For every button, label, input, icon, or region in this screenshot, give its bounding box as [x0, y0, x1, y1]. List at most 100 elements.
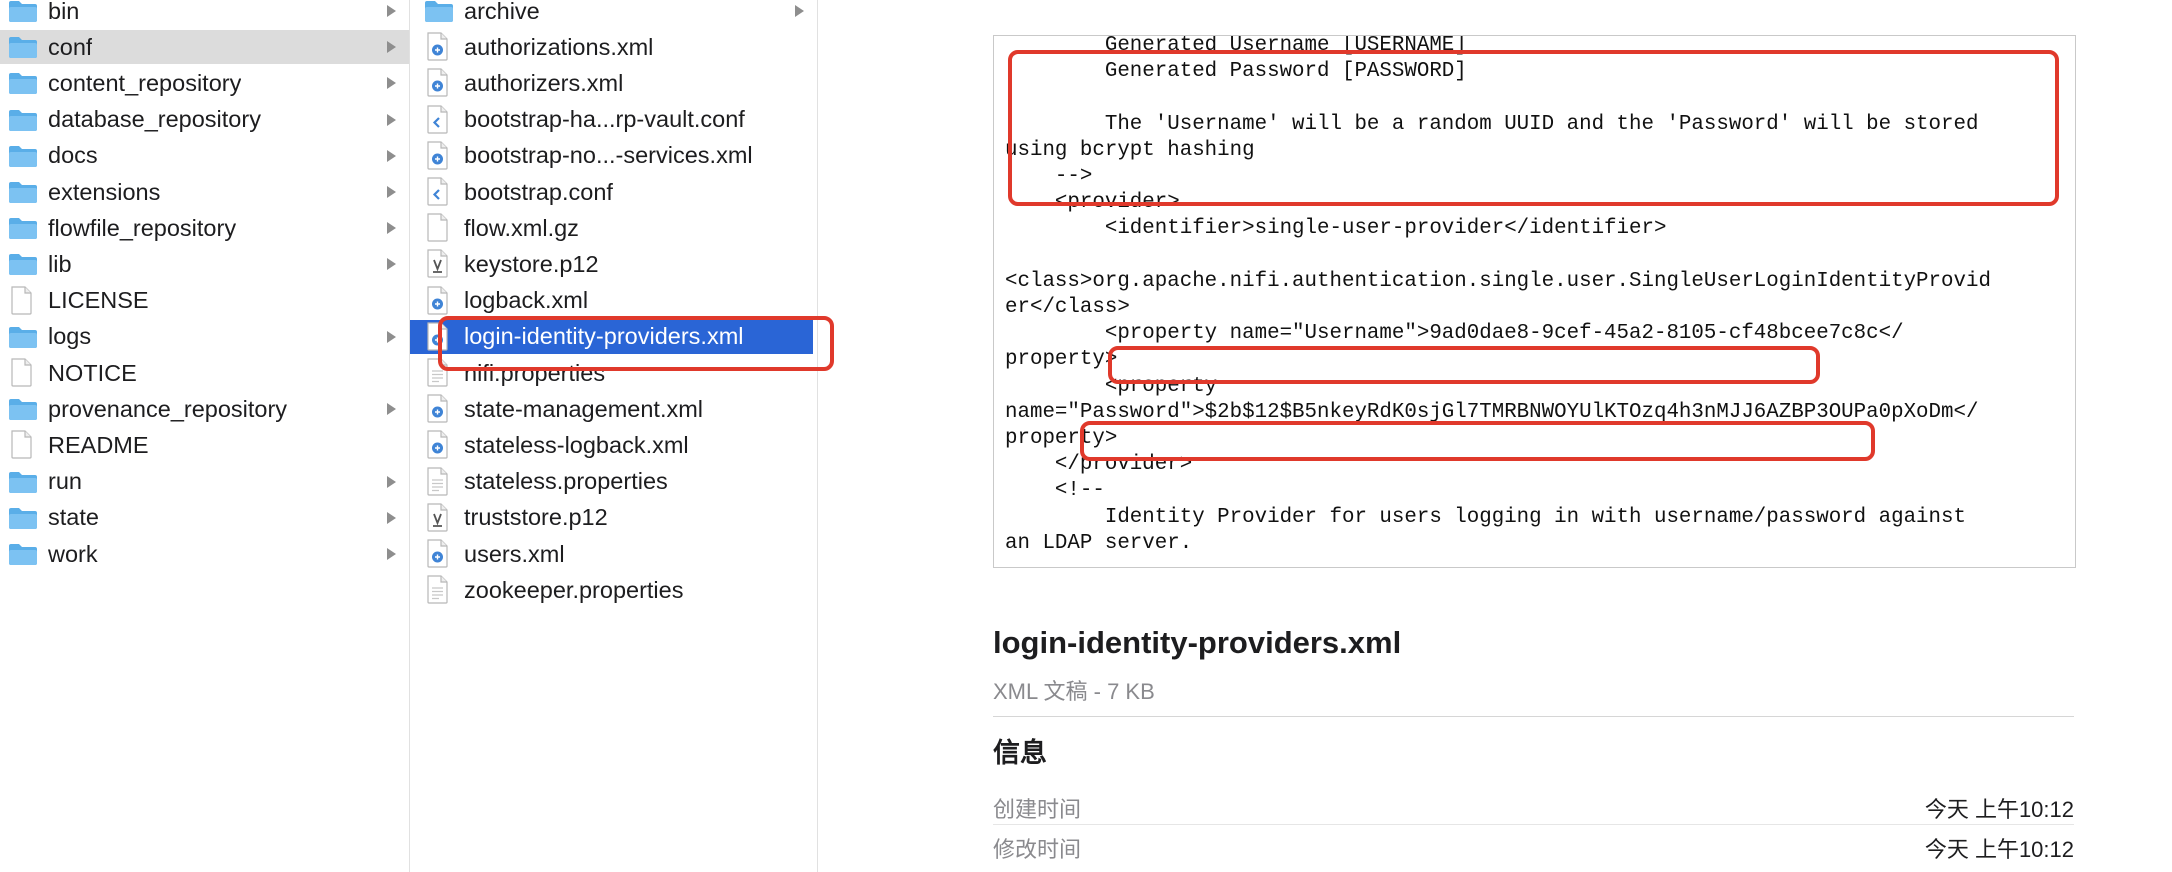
folder-icon: [8, 324, 40, 350]
folder-icon: [8, 0, 40, 24]
highlight-username: [1108, 346, 1820, 384]
highlight-selected-file: [438, 316, 834, 371]
folder-icon: [8, 505, 40, 531]
file-row-label: bootstrap.conf: [464, 178, 613, 205]
xml-file-icon: [424, 539, 456, 568]
folder-icon: [8, 34, 40, 60]
certificate-file-icon: [424, 249, 456, 278]
chevron-right-icon: [385, 392, 397, 426]
chevron-right-icon: [385, 103, 397, 137]
file-row-label: logback.xml: [464, 287, 589, 314]
folder-row-conf[interactable]: conf: [0, 30, 409, 65]
folder-row-label: LICENSE: [48, 287, 149, 314]
xml-file-icon: [424, 285, 456, 315]
folder-icon: [8, 469, 40, 495]
file-row-keystore-p12[interactable]: keystore.p12: [410, 247, 817, 281]
chevron-right-icon: [385, 175, 397, 209]
folder-row-bin[interactable]: bin: [0, 0, 409, 28]
chevron-right-icon: [385, 537, 397, 571]
folder-row-readme[interactable]: README: [0, 428, 409, 462]
file-row-archive[interactable]: archive: [410, 0, 817, 28]
preview-file-kind: XML 文稿 - 7 KB: [993, 679, 1155, 704]
folder-row-label: state: [48, 504, 99, 531]
file-row-truststore-p12[interactable]: truststore.p12: [410, 501, 817, 535]
folder-row-label: conf: [48, 33, 93, 60]
file-row-authorizations-xml[interactable]: authorizations.xml: [410, 30, 817, 64]
created-value: 今天 上午10:12: [1924, 797, 2074, 822]
folder-icon: [8, 396, 40, 422]
file-row-authorizers-xml[interactable]: authorizers.xml: [410, 66, 817, 100]
file-row-users-xml[interactable]: users.xml: [410, 537, 817, 571]
file-column: archive authorizations.xml authorizers.xml…: [410, 0, 818, 872]
folder-row-content-repository[interactable]: content_repository: [0, 66, 409, 100]
folder-row-label: content_repository: [48, 69, 242, 96]
file-row-label: bootstrap-ha...rp-vault.conf: [464, 106, 745, 133]
xml-file-icon: [424, 430, 456, 459]
folder-row-label: run: [48, 468, 82, 495]
certificate-file-icon: [424, 503, 456, 532]
folder-row-run[interactable]: run: [0, 465, 409, 499]
folder-icon: [8, 179, 40, 205]
folder-row-label: docs: [48, 142, 98, 169]
chevron-right-icon: [385, 320, 397, 354]
preview-file-name: login-identity-providers.xml: [993, 625, 1402, 660]
folder-icon: [8, 541, 40, 567]
file-row-label: keystore.p12: [464, 250, 599, 277]
file-row-label: bootstrap-no...-services.xml: [464, 142, 753, 169]
file-row-label: stateless.properties: [464, 468, 668, 495]
folder-row-label: extensions: [48, 178, 161, 205]
folder-row-label: flowfile_repository: [48, 214, 237, 241]
folder-row-database-repository[interactable]: database_repository: [0, 103, 409, 137]
folder-icon: [8, 70, 40, 96]
chevron-right-icon: [793, 0, 805, 28]
text-file-icon: [424, 575, 456, 604]
file-row-stateless-properties[interactable]: stateless.properties: [410, 465, 817, 499]
file-row-bootstrap-conf[interactable]: bootstrap.conf: [410, 175, 817, 209]
folder-row-label: lib: [48, 250, 72, 277]
folder-row-label: provenance_repository: [48, 395, 288, 422]
file-row-bootstrap-no-services-xml[interactable]: bootstrap-no...-services.xml: [410, 139, 817, 173]
folder-icon: [8, 143, 40, 169]
folder-row-license[interactable]: LICENSE: [0, 284, 409, 318]
folder-row-lib[interactable]: lib: [0, 247, 409, 281]
folder-row-docs[interactable]: docs: [0, 139, 409, 173]
file-row-label: state-management.xml: [464, 395, 704, 422]
file-row-label: users.xml: [464, 540, 565, 567]
folder-row-state[interactable]: state: [0, 501, 409, 535]
chevron-right-icon: [385, 465, 397, 499]
chevron-right-icon: [385, 0, 397, 28]
file-row-label: truststore.p12: [464, 504, 608, 531]
folder-row-extensions[interactable]: extensions: [0, 175, 409, 209]
modified-label: 修改时间: [993, 837, 1082, 862]
folder-row-label: NOTICE: [48, 359, 137, 386]
chevron-right-icon: [385, 139, 397, 173]
highlight-generated-credentials: [1008, 50, 2059, 206]
xml-file-icon: [424, 32, 456, 61]
modified-value: 今天 上午10:12: [1924, 837, 2074, 862]
divider: [993, 716, 2074, 717]
chevron-right-icon: [385, 501, 397, 535]
code-file-icon: [424, 177, 456, 206]
file-row-flow-xml-gz[interactable]: flow.xml.gz: [410, 211, 817, 245]
file-row-stateless-logback-xml[interactable]: stateless-logback.xml: [410, 428, 817, 462]
chevron-right-icon: [385, 66, 397, 100]
folder-row-label: logs: [48, 323, 92, 350]
file-row-bootstrap-ha-rp-vault-conf[interactable]: bootstrap-ha...rp-vault.conf: [410, 103, 817, 137]
folder-row-logs[interactable]: logs: [0, 320, 409, 354]
folder-row-work[interactable]: work: [0, 537, 409, 571]
folder-row-flowfile-repository[interactable]: flowfile_repository: [0, 211, 409, 245]
file-row-state-management-xml[interactable]: state-management.xml: [410, 392, 817, 426]
folder-row-label: work: [48, 540, 98, 567]
modified-row: 修改时间 今天 上午10:12: [993, 832, 2074, 872]
folder-icon: [8, 251, 40, 277]
file-row-logback-xml[interactable]: logback.xml: [410, 284, 817, 318]
folder-icon: [424, 0, 456, 24]
file-row-zookeeper-properties[interactable]: zookeeper.properties: [410, 573, 817, 607]
folder-row-notice[interactable]: NOTICE: [0, 356, 409, 390]
document-icon: [8, 430, 40, 459]
folder-row-provenance-repository[interactable]: provenance_repository: [0, 392, 409, 426]
folder-row-label: database_repository: [48, 106, 261, 133]
chevron-right-icon: [385, 30, 397, 64]
file-row-label: authorizations.xml: [464, 33, 654, 60]
folder-icon: [8, 215, 40, 241]
